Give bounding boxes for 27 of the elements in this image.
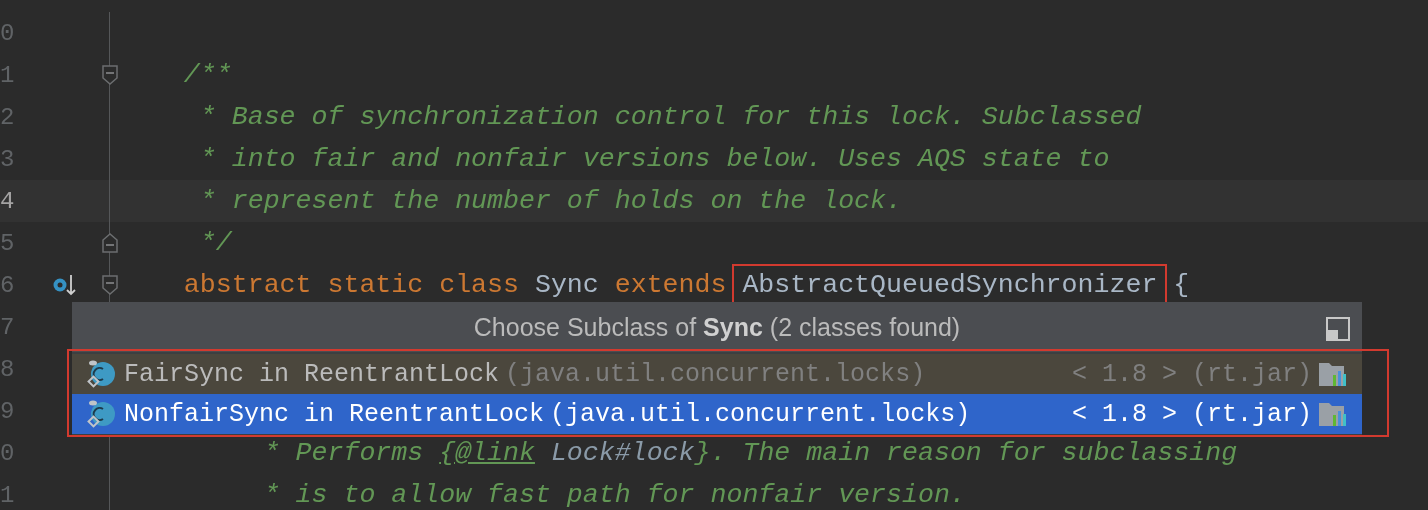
code-line: /**: [182, 61, 232, 89]
popup-title: Choose Subclass of Sync (2 classes found): [473, 312, 961, 342]
line-number: 8: [0, 355, 16, 383]
subclass-item[interactable]: NonfairSync in ReentrantLock (java.util.concurrent.locks) < 1.8 > (rt.jar): [72, 394, 1362, 434]
fold-icon[interactable]: [101, 64, 119, 86]
implemented-icon[interactable]: [52, 273, 78, 297]
code-line: * represent the number of holds on the lock.: [198, 187, 902, 215]
line-number: 1: [0, 481, 16, 509]
line-number: 6: [0, 271, 16, 299]
code-line: * Base of synchronization control for this lock. Subclassed: [198, 103, 1142, 131]
line-number: 9: [0, 397, 16, 425]
line-number: 1: [0, 61, 16, 89]
fold-icon[interactable]: [101, 274, 119, 296]
line-number: 4: [0, 187, 16, 215]
subclass-item[interactable]: FairSync in ReentrantLock (java.util.concurrent.locks) < 1.8 > (rt.jar): [72, 354, 1362, 394]
code-line: * into fair and nonfair versions below. Uses AQS state to: [198, 145, 1110, 173]
fold-icon[interactable]: [101, 232, 119, 254]
line-number: 2: [0, 103, 16, 131]
line-number: 5: [0, 229, 16, 257]
line-number: 0: [0, 439, 16, 467]
line-number: 7: [0, 313, 16, 341]
line-number: 0: [0, 19, 16, 47]
pin-icon[interactable]: [1326, 317, 1350, 341]
code-line: * is to allow fast path for nonfair version.: [262, 481, 966, 509]
code-line: * Performs {@link Lock#lock}. The main reason for subclassing: [262, 439, 1238, 467]
line-number: 3: [0, 145, 16, 173]
code-line: */: [198, 229, 232, 257]
